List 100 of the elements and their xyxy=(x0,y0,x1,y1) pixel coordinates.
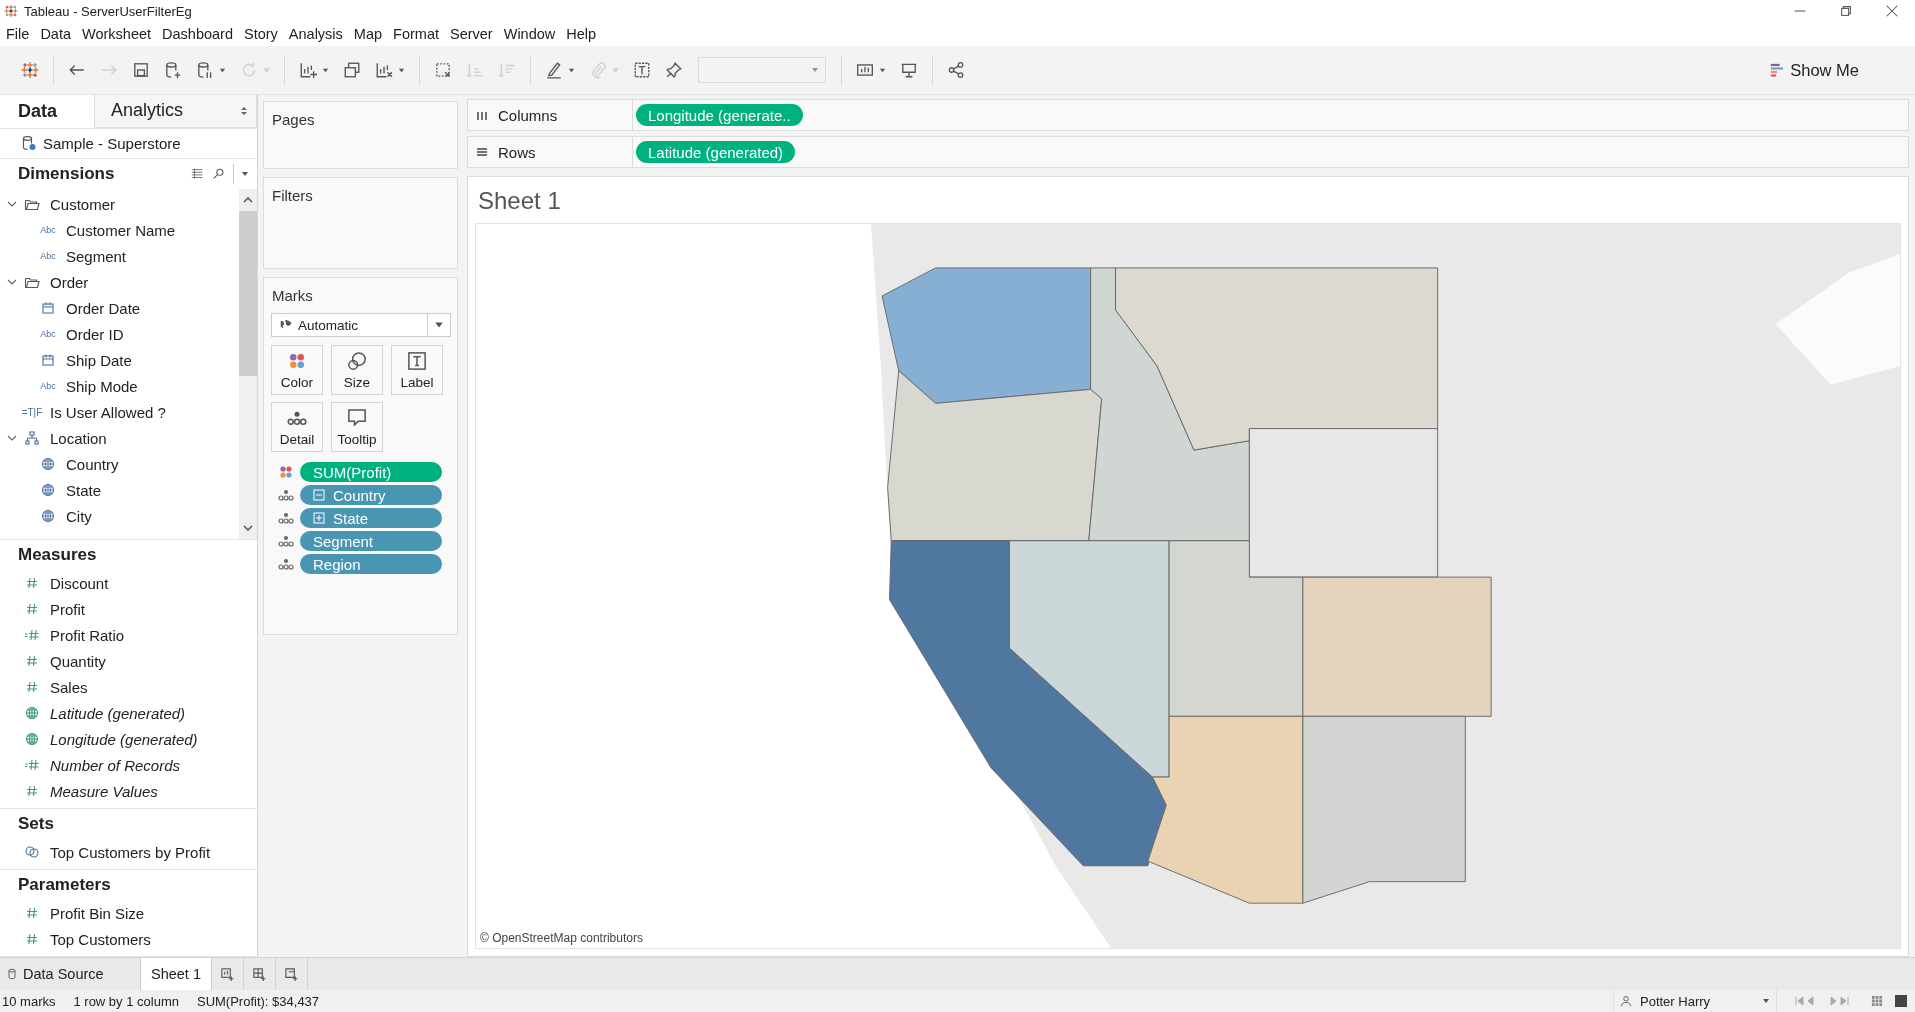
menu-item[interactable]: Help xyxy=(564,26,603,42)
section-heading: Dimensions xyxy=(18,164,115,184)
hash-icon xyxy=(24,931,40,947)
datasource-name[interactable]: Sample - Superstore xyxy=(43,134,181,152)
scrollbar-thumb[interactable] xyxy=(239,211,257,376)
field-item[interactable]: Segment xyxy=(66,247,127,265)
field-item[interactable]: Country xyxy=(66,455,119,473)
size-button[interactable]: Size xyxy=(331,345,383,395)
caret-icon xyxy=(811,66,819,74)
field-item[interactable]: Order ID xyxy=(66,325,124,343)
close-icon xyxy=(1885,4,1899,18)
field-item[interactable]: Order Date xyxy=(66,299,141,317)
caret-icon xyxy=(322,66,329,74)
dots-icon xyxy=(278,556,294,572)
shelf-label: Rows xyxy=(498,143,536,161)
caret-icon xyxy=(612,66,619,74)
field-item[interactable]: Ship Mode xyxy=(66,377,138,395)
field-item[interactable]: Is User Allowed ? xyxy=(50,403,166,421)
maximize-icon xyxy=(1839,4,1853,18)
app-icon xyxy=(4,4,18,18)
caret-icon xyxy=(879,66,886,74)
menu-item[interactable]: Story xyxy=(242,26,284,42)
field-item[interactable]: Profit xyxy=(50,600,85,618)
speech-bubble-icon xyxy=(347,407,367,428)
show-me-button[interactable]: Show Me xyxy=(1770,54,1859,86)
menu-item[interactable]: Window xyxy=(501,26,562,42)
color-button[interactable]: Color xyxy=(271,345,323,395)
shelf-label: Columns xyxy=(498,106,558,124)
field-item[interactable]: Order xyxy=(50,273,89,291)
detail-button[interactable]: Detail xyxy=(271,402,323,452)
field-item[interactable]: City xyxy=(66,507,92,525)
field-item[interactable]: Latitude (generated) xyxy=(50,704,186,722)
field-item[interactable]: Customer Name xyxy=(66,221,176,239)
field-item[interactable]: Measure Values xyxy=(50,782,158,800)
database-icon xyxy=(21,135,37,152)
field-item[interactable]: Discount xyxy=(50,574,109,592)
tooltip-button[interactable]: Tooltip xyxy=(331,402,383,452)
string-icon: Abc xyxy=(40,251,56,261)
field-item[interactable]: Quantity xyxy=(50,652,106,670)
field-item[interactable]: Top Customers by Profit xyxy=(50,843,211,861)
user-menu[interactable]: Potter Harry xyxy=(1613,990,1777,1012)
card-title: Pages xyxy=(271,110,316,130)
caret-icon xyxy=(434,320,444,330)
circles-icon xyxy=(347,350,367,371)
mark-type-dropdown[interactable]: Automatic xyxy=(271,313,451,337)
globe-icon xyxy=(24,731,40,747)
dots-icon xyxy=(278,487,294,503)
menu-item[interactable]: Dashboard xyxy=(160,26,239,42)
columns-icon xyxy=(476,109,488,121)
globe-icon xyxy=(40,456,56,472)
string-icon: Abc xyxy=(40,329,56,339)
card-title: Filters xyxy=(271,186,314,206)
menu-item[interactable]: File xyxy=(4,26,36,42)
menu-item[interactable]: Worksheet xyxy=(80,26,158,42)
map-attribution: © OpenStreetMap contributors xyxy=(480,931,643,945)
caret-icon xyxy=(241,170,249,178)
field-item[interactable]: State xyxy=(66,481,102,499)
section-heading: Sets xyxy=(18,814,54,834)
globe-icon xyxy=(40,508,56,524)
field-item[interactable]: Profit Bin Size xyxy=(50,904,145,922)
caret-icon xyxy=(263,66,270,74)
status-text: SUM(Profit): $34,437 xyxy=(196,993,320,1009)
field-item[interactable]: Customer xyxy=(50,195,116,213)
search-icon xyxy=(212,167,226,181)
sheet-tab[interactable]: Sheet 1 xyxy=(140,958,212,990)
field-item[interactable]: Top Customers xyxy=(50,930,151,948)
dots-icon xyxy=(278,533,294,549)
status-text: 10 marks xyxy=(2,993,56,1009)
field-item[interactable]: Longitude (generated) xyxy=(50,730,198,748)
pane-tab[interactable]: Analytics xyxy=(94,95,257,128)
menu-item[interactable]: Data xyxy=(38,26,77,42)
hash-icon xyxy=(24,653,40,669)
caret-icon xyxy=(568,66,575,74)
field-item[interactable]: Profit Ratio xyxy=(50,626,125,644)
rows-icon xyxy=(476,146,488,158)
boolean-icon: =T|F xyxy=(21,406,43,418)
caret-icon xyxy=(1762,997,1770,1005)
bar-chart-icon xyxy=(1770,63,1785,77)
sort-arrows-icon xyxy=(240,105,248,116)
new-worksheet-icon xyxy=(220,966,235,982)
field-item[interactable]: Location xyxy=(50,429,107,447)
sheet-title: Sheet 1 xyxy=(477,186,562,216)
menu-item[interactable]: Server xyxy=(448,26,499,42)
hash-icon xyxy=(24,679,40,695)
menu-item[interactable]: Analysis xyxy=(286,26,349,42)
hash-icon xyxy=(24,601,40,617)
menu-item[interactable]: Map xyxy=(351,26,389,42)
grid-view-icon xyxy=(1871,995,1883,1007)
window-title: Tableau - ServerUserFilterEg xyxy=(24,3,192,19)
field-item[interactable]: Number of Records xyxy=(50,756,181,774)
sheet-tab[interactable]: Data Source xyxy=(0,958,140,990)
label-button[interactable]: Label xyxy=(391,345,443,395)
scrollbar[interactable] xyxy=(239,189,257,539)
field-item[interactable]: Sales xyxy=(50,678,88,696)
overlapping-circles-icon xyxy=(24,844,40,860)
text-box-icon xyxy=(407,350,427,371)
menu-item[interactable]: Format xyxy=(391,26,445,42)
field-item[interactable]: Ship Date xyxy=(66,351,132,369)
calendar-icon xyxy=(40,352,56,368)
caret-icon xyxy=(219,66,226,74)
